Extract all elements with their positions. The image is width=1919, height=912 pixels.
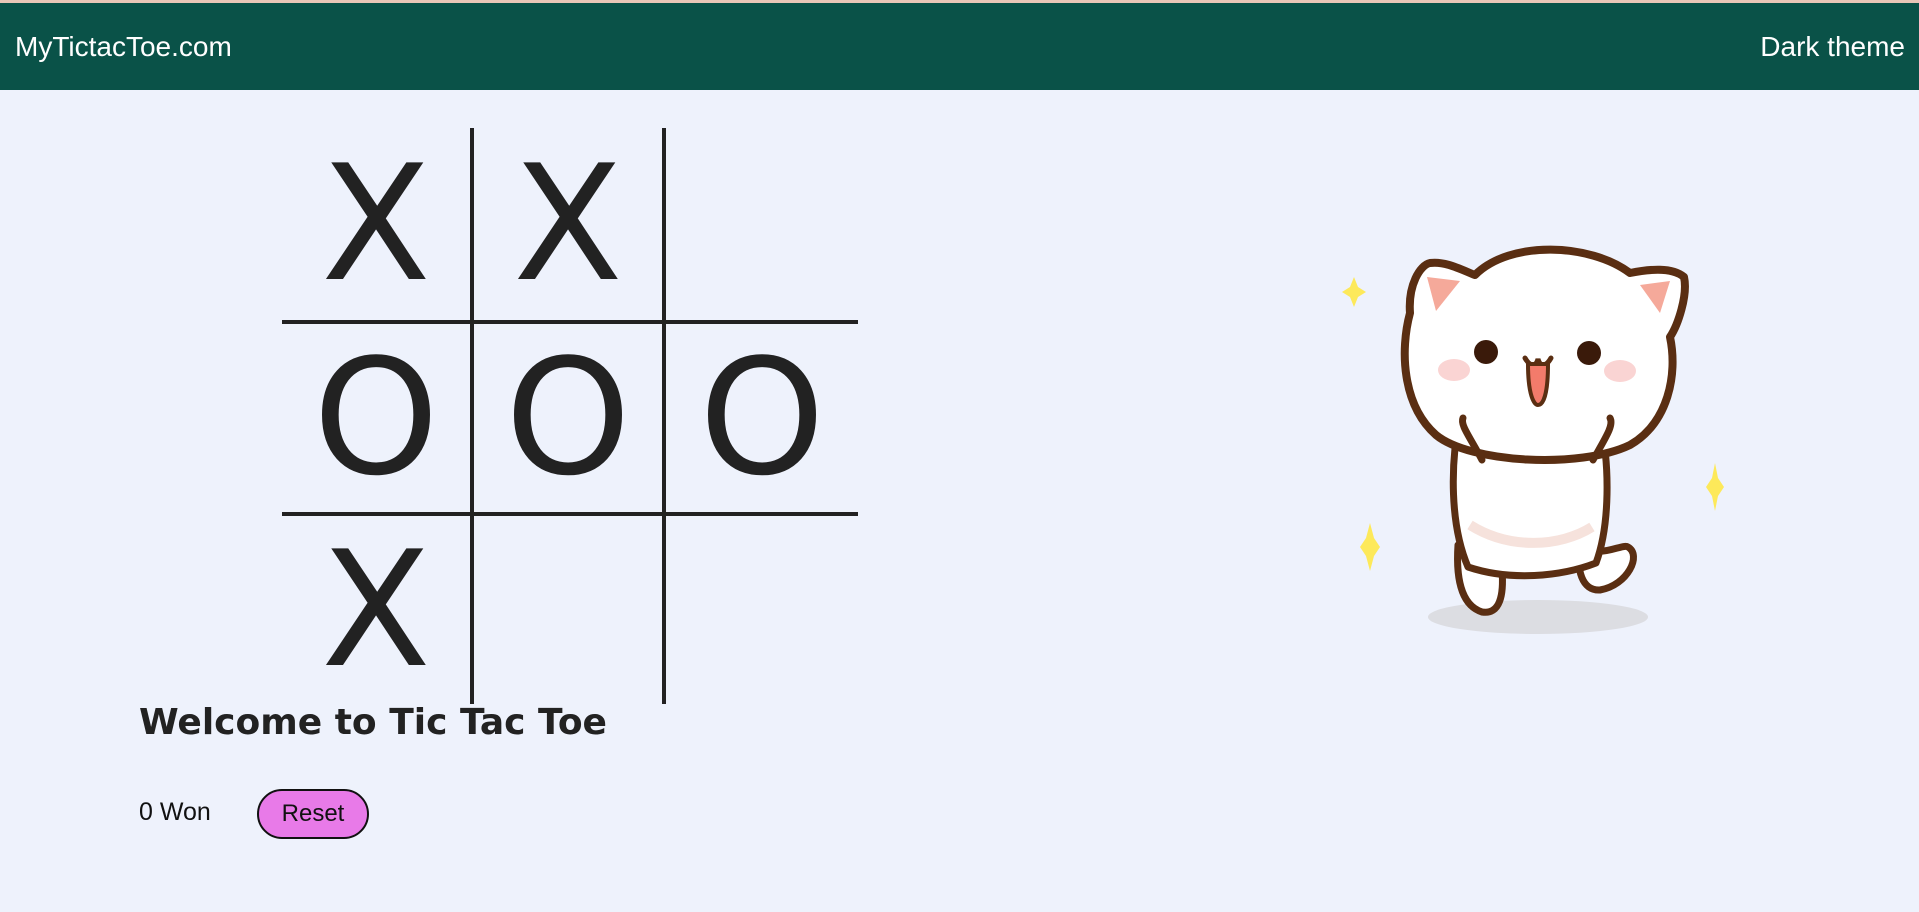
board-cell-4[interactable]: O [474, 320, 666, 512]
board-cell-5[interactable]: O [666, 320, 858, 512]
cat-shadow [1428, 600, 1648, 634]
board-cell-1[interactable]: X [474, 128, 666, 320]
board-cell-0[interactable]: X [282, 128, 474, 320]
board-cell-7[interactable] [474, 512, 666, 704]
brand-link[interactable]: MyTictacToe.com [15, 31, 232, 63]
dark-theme-toggle[interactable]: Dark theme [1760, 31, 1905, 63]
board-cell-8[interactable] [666, 512, 858, 704]
navbar: MyTictacToe.com Dark theme [0, 3, 1919, 90]
happy-cat-illustration [1342, 245, 1724, 634]
board-cell-2[interactable] [666, 128, 858, 320]
welcome-heading: Welcome to Tic Tac Toe [139, 702, 607, 743]
score-text: 0 Won [139, 798, 211, 826]
reset-button[interactable]: Reset [257, 789, 369, 839]
board-cell-6[interactable]: X [282, 512, 474, 704]
board-cell-3[interactable]: O [282, 320, 474, 512]
tic-tac-toe-board: X X O O O X [282, 128, 860, 704]
